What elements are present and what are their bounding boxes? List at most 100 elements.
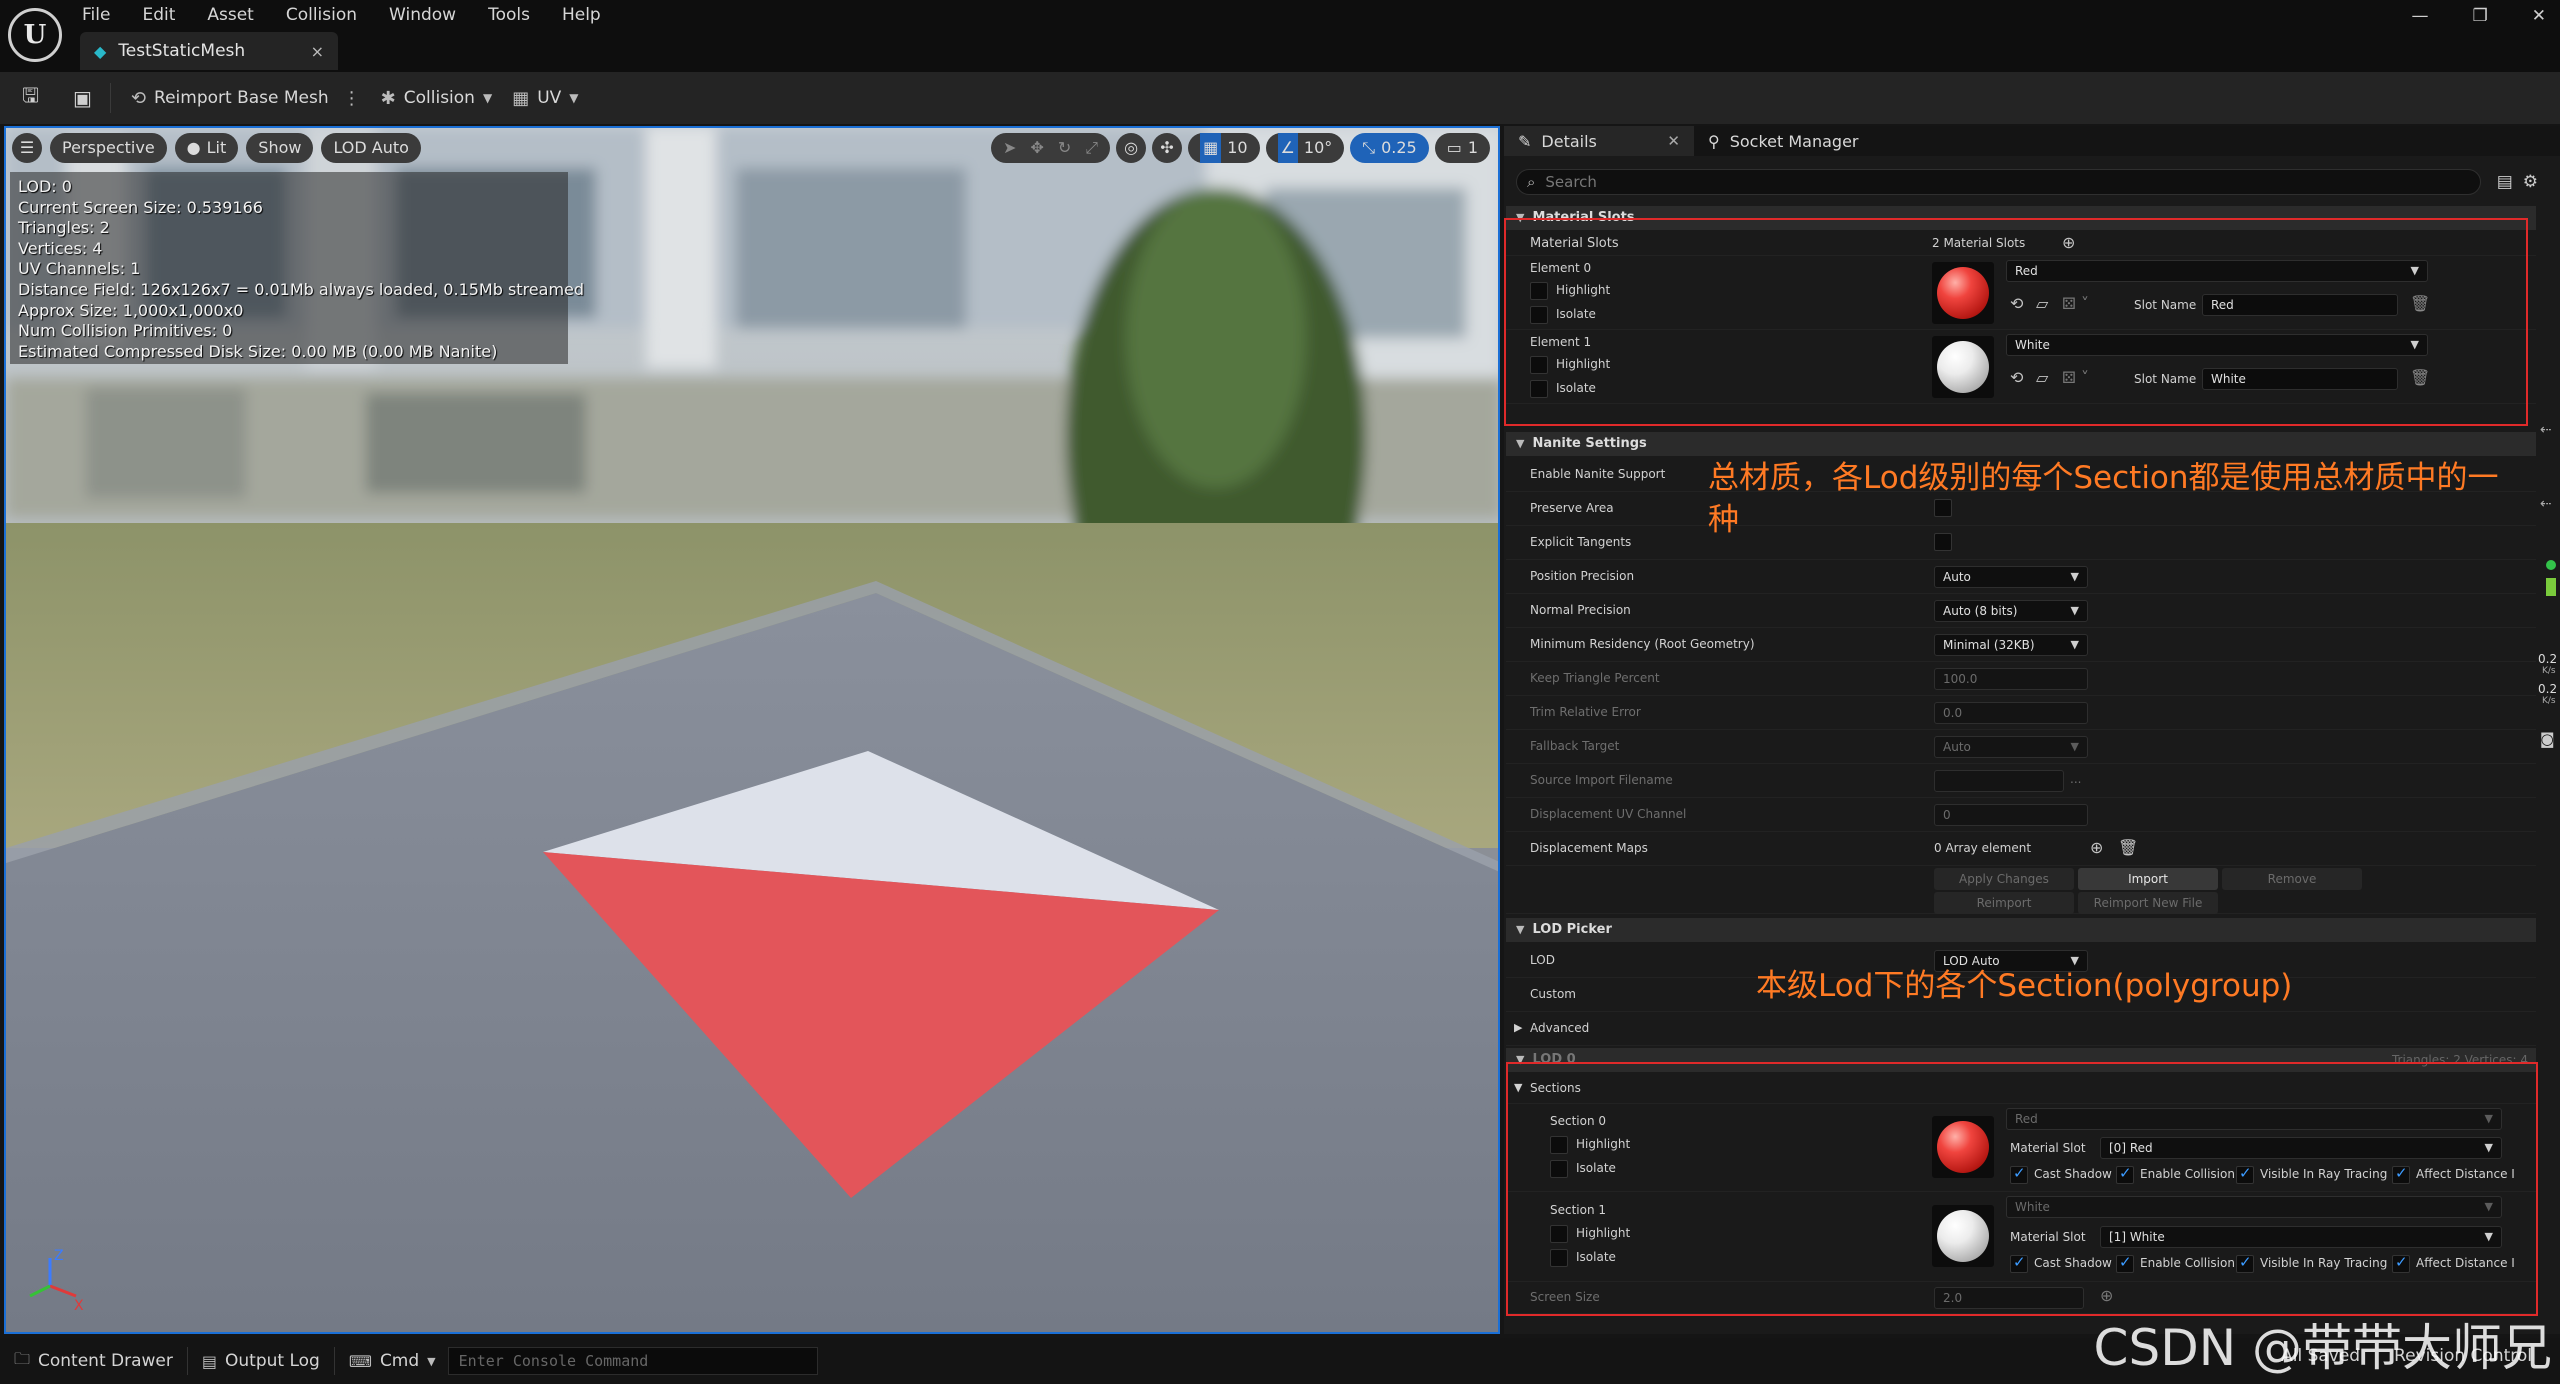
reset-arrow-icon[interactable]: ⇠ — [2540, 496, 2552, 512]
view-mode-button[interactable]: ● Lit — [174, 133, 239, 163]
cast-shadow-checkbox[interactable] — [2010, 1164, 2028, 1184]
material-thumbnail-red[interactable] — [1932, 262, 1994, 324]
section-0-material-thumbnail[interactable] — [1932, 1116, 1994, 1178]
tab-details[interactable]: ✎ Details ✕ — [1504, 126, 1694, 156]
close-icon[interactable]: ✕ — [1667, 132, 1680, 150]
highlight-checkbox[interactable] — [1550, 1136, 1568, 1154]
import-button[interactable]: Import — [2078, 868, 2218, 890]
remove-button[interactable]: Remove — [2222, 868, 2362, 890]
source-import-browse[interactable]: ... — [2070, 772, 2081, 786]
close-window-button[interactable]: ✕ — [2532, 6, 2546, 26]
category-material-slots[interactable]: ▼ Material Slots — [1506, 206, 2536, 230]
lod-auto-button[interactable]: LOD Auto — [321, 133, 421, 163]
add-material-slot-icon[interactable]: ⊕ — [2062, 233, 2075, 252]
scale-icon[interactable]: ⤢ — [1085, 133, 1098, 163]
menu-collision[interactable]: Collision — [286, 0, 357, 30]
more-options-icon[interactable]: ⋮ — [343, 88, 361, 109]
menu-window[interactable]: Window — [389, 0, 456, 30]
camera-speed-button[interactable]: ▭ 1 — [1434, 133, 1490, 163]
material-thumbnail-white[interactable] — [1932, 336, 1994, 398]
menu-help[interactable]: Help — [562, 0, 601, 30]
isolate-checkbox[interactable] — [1530, 380, 1548, 398]
uv-menu-button[interactable]: ▦ UV ▼ — [512, 88, 578, 109]
material-picker-dropdown[interactable]: Red ▼ — [2006, 260, 2428, 282]
tab-close-icon[interactable]: × — [311, 42, 324, 61]
section-material-dropdown[interactable]: Red ▼ — [2006, 1108, 2502, 1130]
sections-header-row[interactable]: ▼ Sections — [1506, 1074, 2536, 1104]
move-icon[interactable]: ✥ — [1030, 133, 1043, 163]
console-command-input[interactable]: Enter Console Command — [447, 1347, 818, 1375]
perspective-button[interactable]: Perspective — [50, 133, 167, 163]
table-view-icon[interactable]: ▤ — [2497, 172, 2513, 192]
material-options-icon[interactable]: ⚄ ˅ — [2062, 368, 2089, 387]
trim-error-input[interactable]: 0.0 — [1934, 702, 2088, 724]
minimize-button[interactable]: — — [2412, 6, 2429, 26]
add-element-icon[interactable]: ⊕ — [2090, 838, 2103, 857]
visible-ray-tracing-checkbox[interactable] — [2236, 1253, 2254, 1273]
category-lod-0[interactable]: ▼ LOD 0 Triangles: 2 Vertices: 4 — [1506, 1048, 2536, 1072]
highlight-checkbox[interactable] — [1530, 356, 1548, 374]
coordinate-space-button[interactable]: ◎ — [1116, 133, 1147, 163]
normal-precision-dropdown[interactable]: Auto (8 bits) ▼ — [1934, 600, 2088, 622]
maximize-button[interactable]: ❐ — [2473, 6, 2488, 26]
preserve-area-checkbox[interactable] — [1934, 499, 1952, 517]
content-drawer-button[interactable]: 🗀 Content Drawer — [14, 1348, 173, 1375]
fallback-target-dropdown[interactable]: Auto ▼ — [1934, 736, 2088, 758]
menu-tools[interactable]: Tools — [488, 0, 530, 30]
highlight-checkbox[interactable] — [1530, 282, 1548, 300]
reimport-nanite-button[interactable]: Reimport — [1934, 892, 2074, 914]
enable-collision-checkbox[interactable] — [2116, 1253, 2134, 1273]
delete-trash-icon[interactable]: 🗑 — [2118, 838, 2138, 857]
reimport-button[interactable]: ⟲ Reimport Base Mesh ⋮ — [131, 88, 361, 109]
category-lod-picker[interactable]: ▼ LOD Picker — [1506, 918, 2536, 942]
displacement-uv-input[interactable]: 0 — [1934, 804, 2088, 826]
affect-distance-checkbox[interactable] — [2392, 1253, 2410, 1273]
section-material-dropdown[interactable]: White ▼ — [2006, 1196, 2502, 1218]
browse-folder-icon[interactable]: ▱ — [2036, 294, 2048, 313]
section-1-material-thumbnail[interactable] — [1932, 1205, 1994, 1267]
slot-name-input[interactable]: Red — [2202, 294, 2398, 316]
camera-icon[interactable]: ◙ — [2540, 730, 2555, 748]
browse-asset-icon[interactable]: ▣ — [73, 86, 92, 110]
cmd-dropdown[interactable]: ⌨ Cmd ▼ — [349, 1351, 436, 1371]
delete-trash-icon[interactable]: 🗑 — [2410, 368, 2430, 387]
affect-distance-checkbox[interactable] — [2392, 1164, 2410, 1184]
surface-snap-button[interactable]: ✣ — [1152, 133, 1183, 163]
viewport-menu-button[interactable]: ☰ — [12, 133, 42, 163]
slot-name-input[interactable]: White — [2202, 368, 2398, 390]
source-import-input[interactable] — [1934, 770, 2064, 792]
menu-asset[interactable]: Asset — [207, 0, 253, 30]
material-slot-dropdown[interactable]: [1] White ▼ — [2100, 1226, 2502, 1248]
advanced-row[interactable]: ▶ Advanced — [1506, 1012, 2536, 1046]
tab-socket-manager[interactable]: ⚲ Socket Manager — [1694, 126, 1873, 156]
material-picker-dropdown[interactable]: White ▼ — [2006, 334, 2428, 356]
explicit-tangents-checkbox[interactable] — [1934, 533, 1952, 551]
rotate-icon[interactable]: ↻ — [1058, 133, 1071, 163]
browse-folder-icon[interactable]: ▱ — [2036, 368, 2048, 387]
viewport[interactable]: ☰ Perspective ● Lit Show LOD Auto ➤ ✥ ↻ … — [4, 126, 1500, 1334]
delete-trash-icon[interactable]: 🗑 — [2410, 294, 2430, 313]
apply-changes-button[interactable]: Apply Changes — [1934, 868, 2074, 890]
rotation-snap-button[interactable]: ∠ 10° — [1265, 133, 1345, 163]
visible-ray-tracing-checkbox[interactable] — [2236, 1164, 2254, 1184]
search-input[interactable]: ⌕ Search — [1516, 169, 2481, 195]
enable-collision-checkbox[interactable] — [2116, 1164, 2134, 1184]
min-residency-dropdown[interactable]: Minimal (32KB) ▼ — [1934, 634, 2088, 656]
scale-snap-button[interactable]: ⤡ 0.25 — [1350, 133, 1429, 163]
output-log-button[interactable]: ▤ Output Log — [202, 1351, 320, 1371]
highlight-checkbox[interactable] — [1550, 1225, 1568, 1243]
reset-material-icon[interactable]: ⟲ — [2010, 368, 2023, 387]
reset-arrow-icon[interactable]: ⇠ — [2540, 422, 2552, 438]
position-precision-dropdown[interactable]: Auto ▼ — [1934, 566, 2088, 588]
cast-shadow-checkbox[interactable] — [2010, 1253, 2028, 1273]
document-tab[interactable]: ◆ TestStaticMesh × — [80, 32, 338, 70]
unreal-logo-icon[interactable]: U — [8, 8, 62, 62]
add-icon[interactable]: ⊕ — [2100, 1286, 2113, 1305]
material-slot-dropdown[interactable]: [0] Red ▼ — [2100, 1137, 2502, 1159]
isolate-checkbox[interactable] — [1530, 306, 1548, 324]
keep-triangle-input[interactable]: 100.0 — [1934, 668, 2088, 690]
save-icon[interactable]: 🖫 — [22, 81, 39, 115]
isolate-checkbox[interactable] — [1550, 1160, 1568, 1178]
reset-material-icon[interactable]: ⟲ — [2010, 294, 2023, 313]
select-icon[interactable]: ➤ — [1003, 133, 1016, 163]
